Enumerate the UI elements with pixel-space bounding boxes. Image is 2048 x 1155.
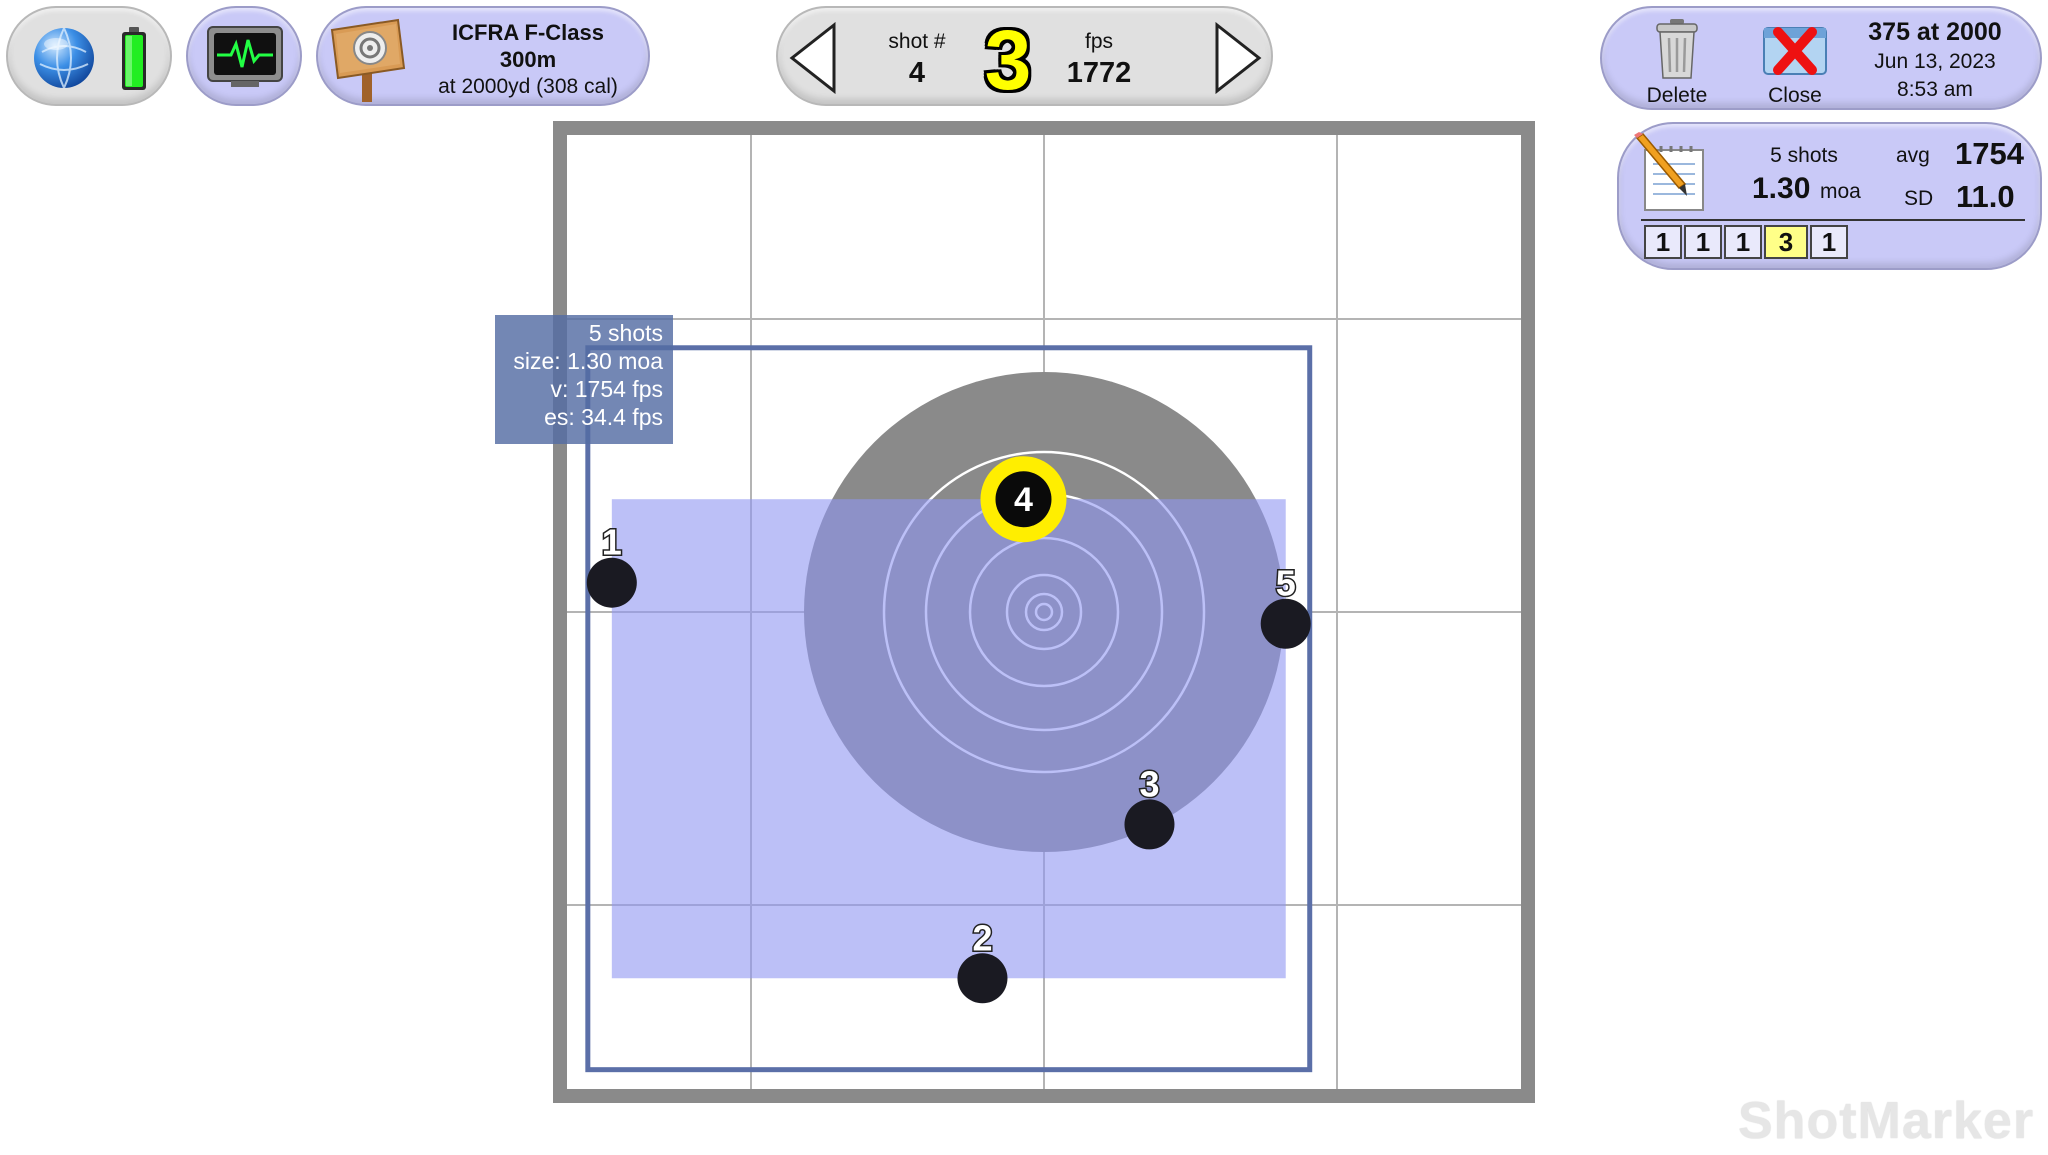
summary-size: 1.30 bbox=[1752, 172, 1811, 205]
shot-number: 4 bbox=[908, 57, 926, 89]
target-view[interactable]: 1 2 3 4 5 bbox=[553, 121, 1535, 1103]
notepad-pencil-icon bbox=[1634, 132, 1704, 211]
previous-shot-arrow-icon[interactable] bbox=[788, 22, 838, 94]
close-x-icon bbox=[1763, 27, 1827, 75]
delete-button[interactable]: Delete bbox=[1632, 14, 1722, 108]
group-stats-box: 5 shots size: 1.30 moa v: 1754 fps es: 3… bbox=[495, 315, 673, 444]
string-title: ICFRA F-Class bbox=[452, 20, 604, 45]
score-row: 11131 bbox=[1644, 225, 1850, 259]
summary-avg: 1754 bbox=[1955, 136, 2024, 171]
close-button[interactable]: Close bbox=[1750, 14, 1840, 108]
shot-hole bbox=[1124, 799, 1175, 850]
shot-hole bbox=[957, 953, 1008, 1004]
group-stats-shots: 5 shots bbox=[588, 320, 663, 346]
target-signpost-icon bbox=[330, 18, 406, 102]
close-label: Close bbox=[1768, 84, 1822, 107]
session-time: 8:53 am bbox=[1897, 78, 1973, 101]
session-panel: Delete Close 375 at 2000 Jun 13, 2023 8:… bbox=[1600, 6, 2042, 110]
shot-hole bbox=[586, 557, 637, 608]
trash-can-icon bbox=[1656, 19, 1698, 79]
next-shot-arrow-icon[interactable] bbox=[1213, 22, 1263, 94]
battery-icon bbox=[122, 27, 146, 90]
shot-label: 5 bbox=[1276, 563, 1296, 604]
shot-navigator: shot # 4 3 fps 1772 bbox=[776, 6, 1273, 106]
fps-label: fps bbox=[1084, 30, 1113, 53]
connection-status-panel[interactable] bbox=[6, 6, 172, 106]
shot-fps: 1772 bbox=[1066, 57, 1132, 89]
score-cell[interactable]: 1 bbox=[1724, 225, 1762, 259]
summary-sd: 11.0 bbox=[1956, 179, 2015, 214]
string-info-panel[interactable]: ICFRA F-Class 300m at 2000yd (308 cal) bbox=[316, 6, 650, 106]
monitor-pulse-icon bbox=[207, 26, 283, 87]
shot-score: 3 bbox=[984, 13, 1032, 107]
shot-label: 1 bbox=[602, 522, 622, 563]
score-cell[interactable]: 1 bbox=[1810, 225, 1848, 259]
globe-icon bbox=[34, 27, 94, 89]
summary-size-unit: moa bbox=[1820, 180, 1861, 203]
score-cell[interactable]: 3 bbox=[1764, 225, 1808, 259]
group-stats-velocity: v: 1754 fps bbox=[550, 376, 663, 402]
shot-label: 3 bbox=[1139, 763, 1159, 804]
shot-label: 4 bbox=[1014, 481, 1033, 519]
brand-watermark: ShotMarker bbox=[1738, 1092, 2035, 1150]
shot-marker[interactable]: 4 bbox=[980, 456, 1067, 543]
session-date: Jun 13, 2023 bbox=[1874, 50, 1996, 73]
summary-shots: 5 shots bbox=[1770, 144, 1838, 167]
summary-divider bbox=[1641, 219, 2025, 221]
shot-hole bbox=[1260, 598, 1311, 649]
group-stats-size: size: 1.30 moa bbox=[513, 348, 663, 374]
avg-label: avg bbox=[1896, 144, 1930, 167]
group-extent-rectangle bbox=[611, 499, 1286, 979]
session-name: 375 at 2000 bbox=[1868, 18, 2002, 46]
sd-label: SD bbox=[1904, 187, 1934, 210]
summary-panel[interactable]: 5 shots 1.30 moa avg 1754 SD 11.0 11131 bbox=[1617, 122, 2042, 270]
string-subtitle: at 2000yd (308 cal) bbox=[438, 75, 618, 98]
score-cell[interactable]: 1 bbox=[1684, 225, 1722, 259]
monitor-panel[interactable] bbox=[186, 6, 302, 106]
string-distance: 300m bbox=[499, 47, 557, 72]
delete-label: Delete bbox=[1646, 84, 1708, 107]
shot-number-label: shot # bbox=[888, 30, 946, 53]
score-cell[interactable]: 1 bbox=[1644, 225, 1682, 259]
shot-label: 2 bbox=[972, 917, 992, 958]
group-stats-es: es: 34.4 fps bbox=[544, 404, 663, 430]
